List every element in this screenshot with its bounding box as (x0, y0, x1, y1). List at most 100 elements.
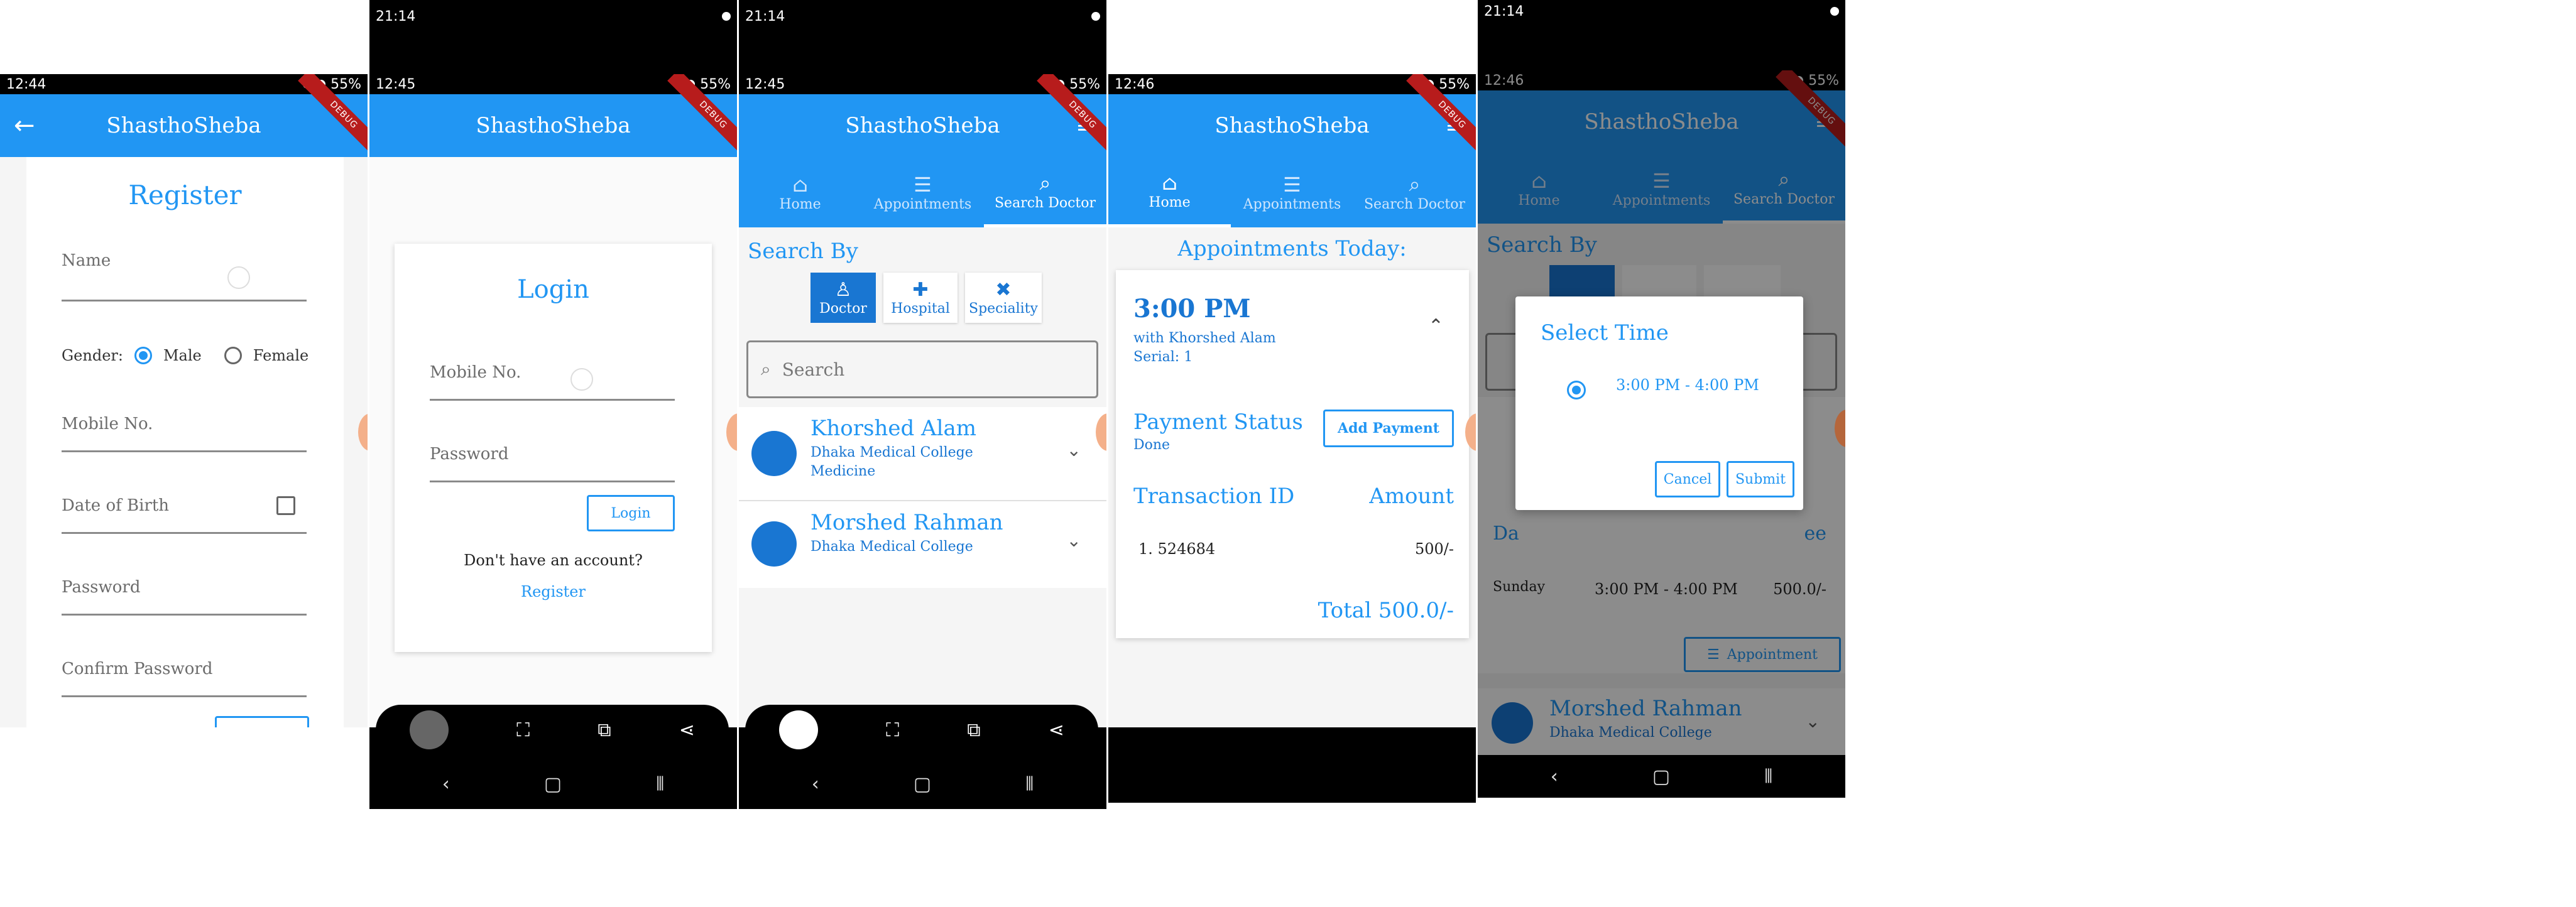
top-time: 21:14 (1484, 3, 1524, 19)
home-nav-icon[interactable]: ▢ (914, 773, 931, 795)
list-icon: ☰ (914, 172, 932, 197)
share-icon[interactable]: ⋖ (679, 719, 695, 741)
speciality-filter-button[interactable]: ✖ Speciality (965, 273, 1042, 323)
login-card: Login Mobile No. Password Login Don't ha… (395, 244, 712, 652)
tab-appointments[interactable]: ☰ Appointments (861, 157, 984, 227)
chevron-up-icon[interactable]: ⌃ (1428, 315, 1444, 337)
search-input[interactable]: ⌕ Search (746, 340, 1098, 398)
tab-home[interactable]: ⌂ Home (739, 157, 861, 227)
mobile-placeholder: Mobile No. (62, 415, 153, 433)
back-nav-icon[interactable]: ‹ (812, 773, 819, 795)
top-status: 21:14 (1478, 1, 1845, 21)
register-submit-button[interactable] (215, 716, 309, 727)
avatar (751, 431, 797, 476)
register-screen: 12:44 55% ← ShasthoSheba DEBUG Register … (0, 74, 368, 727)
name-placeholder: Name (62, 251, 111, 270)
transaction-id-header: Transaction ID (1133, 484, 1295, 509)
search-icon: ⌕ (761, 359, 771, 379)
appointment-serial: Serial: 1 (1133, 349, 1193, 365)
login-heading: Login (517, 275, 589, 304)
top-time: 21:14 (745, 8, 785, 24)
mobile-placeholder: Mobile No. (430, 363, 521, 382)
login-screen: 12:45 55% ShasthoSheba DEBUG Login Mobil… (369, 74, 737, 809)
recents-nav-icon[interactable]: ⦀ (1025, 773, 1034, 795)
hospital-filter-button[interactable]: ✚ Hospital (883, 273, 958, 323)
tab-bar: ⌂ Home ☰ Appointments ⌕ Search Doctor (1108, 157, 1476, 227)
filter-buttons: ♙ Doctor ✚ Hospital ✖ Speciality (810, 273, 1042, 323)
select-time-dialog: Select Time 3:00 PM - 4:00 PM Cancel Sub… (1515, 296, 1803, 510)
search-top-bar: 21:14 (739, 0, 1106, 74)
no-account-text: Don't have an account? (464, 551, 643, 569)
app-bar: ← ShasthoSheba DEBUG (0, 74, 368, 161)
app-bar: ShasthoSheba ≡ DEBUG (1108, 74, 1476, 161)
male-radio[interactable] (134, 347, 152, 364)
home-nav-icon[interactable]: ▢ (1652, 766, 1670, 788)
doctor-list-item[interactable]: Morshed Rahman Dhaka Medical College ⌄ (739, 501, 1106, 588)
transaction-id-cell: 1. 524684 (1138, 540, 1216, 558)
login-mobile-field[interactable]: Mobile No. (430, 350, 675, 401)
female-radio[interactable] (224, 347, 242, 364)
time-option-label[interactable]: 3:00 PM - 4:00 PM (1616, 376, 1767, 394)
crop-edit-icon[interactable]: ⧉ (967, 719, 980, 741)
select-time-screen: 12:46 55% ShasthoSheba ≡ DEBUG ⌂Home ☰Ap… (1478, 70, 1845, 798)
doctor-list-item[interactable]: Khorshed Alam Dhaka Medical College Medi… (739, 407, 1106, 500)
app-bar: ShasthoSheba DEBUG (369, 74, 737, 161)
amount-header: Amount (1369, 484, 1454, 509)
login-top-bar: 21:14 (369, 0, 737, 74)
name-field[interactable]: Name (62, 251, 307, 301)
back-nav-icon[interactable]: ‹ (442, 773, 450, 795)
calendar-icon[interactable] (276, 496, 295, 515)
thumbnail-icon[interactable] (410, 710, 449, 749)
scroll-capture-icon[interactable]: ⛶ (886, 719, 899, 741)
tab-search-doctor[interactable]: ⌕ Search Doctor (1353, 157, 1476, 227)
person-icon: ♙ (834, 279, 852, 301)
back-nav-icon[interactable]: ‹ (1551, 766, 1558, 788)
mobile-field[interactable]: Mobile No. (62, 402, 307, 452)
search-icon: ⌕ (1409, 172, 1421, 196)
recents-nav-icon[interactable]: ⦀ (1764, 766, 1772, 788)
tab-appointments[interactable]: ☰ Appointments (1231, 157, 1353, 227)
time-option-radio[interactable] (1567, 381, 1586, 399)
password-field[interactable]: Password (62, 565, 307, 616)
register-link[interactable]: Register (395, 583, 712, 600)
avatar (751, 521, 797, 567)
cancel-button[interactable]: Cancel (1655, 461, 1720, 497)
tab-label: Search Doctor (994, 195, 1096, 211)
share-icon[interactable]: ⋖ (1049, 719, 1064, 741)
chevron-down-icon[interactable]: ⌄ (1067, 530, 1081, 551)
status-time: 12:46 (1115, 76, 1155, 92)
thumbnail-icon[interactable] (779, 710, 819, 749)
appointment-doctor: with Khorshed Alam (1133, 330, 1276, 346)
back-arrow-icon[interactable]: ← (14, 111, 35, 140)
screenshot-toolbar: ⛶ ⧉ ⋖ (745, 705, 1098, 755)
bandage-icon: ✖ (995, 279, 1012, 301)
search-placeholder: Search (782, 359, 845, 380)
dob-field[interactable]: Date of Birth (62, 484, 307, 534)
recents-nav-icon[interactable]: ⦀ (656, 773, 664, 795)
confirm-password-field[interactable]: Confirm Password (62, 647, 307, 697)
floating-bubble (726, 413, 737, 451)
list-icon: ☰ (1283, 172, 1301, 197)
login-button[interactable]: Login (587, 495, 675, 531)
battery-level: 55% (1439, 76, 1470, 92)
filter-label: Speciality (969, 301, 1038, 317)
transaction-amount-cell: 500/- (1414, 540, 1454, 558)
crop-edit-icon[interactable]: ⧉ (598, 719, 611, 741)
scroll-capture-icon[interactable]: ⛶ (516, 719, 530, 741)
appointment-time: 3:00 PM (1133, 294, 1251, 323)
battery-level: 55% (700, 76, 731, 92)
confirm-password-placeholder: Confirm Password (62, 660, 213, 678)
home-nav-icon[interactable]: ▢ (544, 773, 562, 795)
android-nav-bar: ‹ ▢ ⦀ (739, 759, 1106, 809)
doctor-name: Morshed Rahman (810, 510, 1003, 535)
tab-home[interactable]: ⌂ Home (1108, 157, 1231, 227)
tab-search-doctor[interactable]: ⌕ Search Doctor (984, 157, 1106, 227)
doctor-filter-button[interactable]: ♙ Doctor (810, 273, 876, 323)
appointments-title: Appointments Today: (1177, 236, 1407, 261)
app-title: ShasthoSheba (106, 113, 261, 138)
add-payment-button[interactable]: Add Payment (1323, 410, 1454, 447)
chevron-down-icon[interactable]: ⌄ (1067, 440, 1081, 460)
android-nav-bar: ‹ ▢ ⦀ (1478, 755, 1845, 798)
login-password-field[interactable]: Password (430, 432, 675, 482)
submit-button[interactable]: Submit (1727, 461, 1794, 497)
